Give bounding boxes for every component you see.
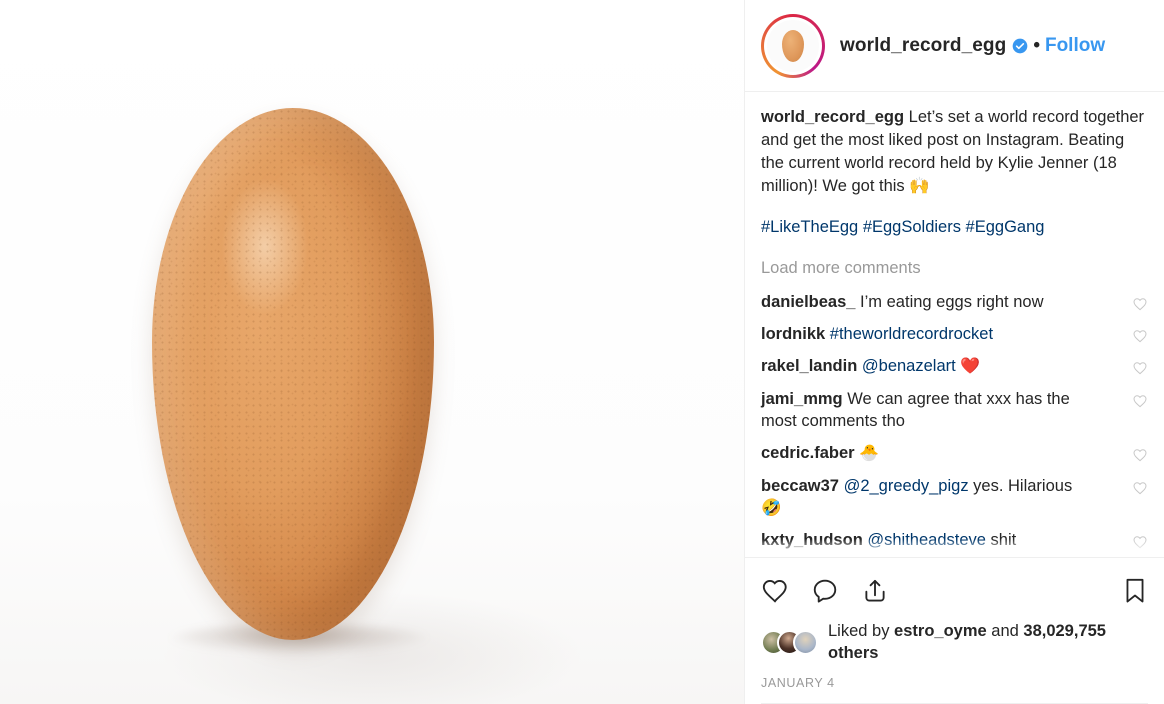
comment-link[interactable]: #theworldrecordrocket — [830, 325, 993, 343]
caption-author[interactable]: world_record_egg — [761, 108, 904, 126]
comment-row: beccaw37 @2_greedy_pigz yes. Hilarious 🤣 — [761, 470, 1148, 524]
comment-link[interactable]: @benazelart — [862, 357, 956, 375]
post-header: world_record_egg • Follow — [745, 0, 1164, 92]
comment-username[interactable]: jami_mmg — [761, 390, 843, 408]
egg-photo[interactable] — [0, 0, 744, 704]
comment-like-heart-icon[interactable] — [1132, 360, 1148, 376]
liker-avatar — [793, 629, 818, 655]
comment-username[interactable]: kxty_hudson — [761, 531, 863, 549]
like-count[interactable]: 38,029,755 — [1023, 622, 1106, 640]
liked-by-row: Liked by estro_oyme and 38,029,755 other… — [761, 620, 1148, 664]
share-icon[interactable] — [861, 577, 889, 605]
comment-content: jami_mmg We can agree that xxx has the m… — [761, 388, 1091, 432]
comment-row: jami_mmg We can agree that xxx has the m… — [761, 383, 1148, 437]
header-username-row: world_record_egg • Follow — [840, 35, 1105, 57]
instagram-post: world_record_egg • Follow world_record_e… — [0, 0, 1164, 704]
avatar[interactable] — [761, 13, 825, 78]
comment-like-heart-icon[interactable] — [1132, 393, 1148, 409]
post-media-panel[interactable] — [0, 0, 744, 704]
post-actions-footer: Liked by estro_oyme and 38,029,755 other… — [745, 557, 1164, 704]
follow-button[interactable]: Follow — [1045, 35, 1105, 57]
profile-avatar-egg-icon — [767, 19, 819, 72]
post-timestamp: JANUARY 4 — [761, 676, 1148, 704]
comment-like-heart-icon[interactable] — [1132, 296, 1148, 312]
egg-speckle-texture — [152, 108, 434, 640]
liked-by-text: Liked by estro_oyme and 38,029,755 other… — [828, 620, 1118, 664]
comment-link[interactable]: @shitheadsteve — [867, 531, 986, 549]
comment-content: kxty_hudson @shitheadsteve shit — [761, 529, 1016, 551]
comment-username[interactable]: cedric.faber — [761, 444, 855, 462]
comment-like-heart-icon[interactable] — [1132, 480, 1148, 496]
comment-link[interactable]: @2_greedy_pigz — [844, 477, 969, 495]
comment-tail: shit — [985, 531, 1017, 549]
comment-content: cedric.faber 🐣 — [761, 442, 879, 465]
verified-badge-icon — [1012, 38, 1028, 53]
action-buttons-row — [761, 572, 1148, 610]
comment-row: cedric.faber 🐣 — [761, 437, 1148, 470]
header-separator: • — [1033, 34, 1040, 56]
avatar-inner-ring — [764, 16, 822, 75]
bookmark-icon[interactable] — [1122, 577, 1148, 605]
comment-like-heart-icon[interactable] — [1132, 534, 1148, 550]
comment-username[interactable]: lordnikk — [761, 325, 825, 343]
liked-by-suffix: and — [986, 622, 1024, 640]
comment-row: danielbeas_ I’m eating eggs right now — [761, 286, 1148, 318]
comments-list: danielbeas_ I’m eating eggs right now lo… — [761, 286, 1148, 556]
comment-username[interactable]: rakel_landin — [761, 357, 857, 375]
heart-icon[interactable] — [761, 577, 789, 605]
comment-like-heart-icon[interactable] — [1132, 328, 1148, 344]
comment-row: kxty_hudson @shitheadsteve shit — [761, 524, 1148, 556]
load-more-comments-button[interactable]: Load more comments — [761, 259, 1148, 278]
comment-bubble-icon[interactable] — [811, 577, 839, 605]
liked-by-username[interactable]: estro_oyme — [894, 622, 987, 640]
post-sidebar: world_record_egg • Follow world_record_e… — [744, 0, 1164, 704]
comment-tail: ❤️ — [955, 358, 981, 375]
comment-username[interactable]: beccaw37 — [761, 477, 839, 495]
post-caption: world_record_egg Let’s set a world recor… — [761, 106, 1148, 198]
comment-content: danielbeas_ I’m eating eggs right now — [761, 291, 1044, 313]
comment-content: lordnikk #theworldrecordrocket — [761, 323, 993, 345]
liked-by-prefix: Liked by — [828, 622, 895, 640]
egg-shape — [152, 108, 434, 640]
liked-by-others-label[interactable]: others — [828, 644, 878, 662]
comment-row: rakel_landin @benazelart ❤️ — [761, 350, 1148, 383]
comment-content: beccaw37 @2_greedy_pigz yes. Hilarious 🤣 — [761, 475, 1091, 519]
header-username[interactable]: world_record_egg — [840, 35, 1006, 57]
comment-text: I’m eating eggs right now — [855, 293, 1044, 311]
comments-scroll-area[interactable]: world_record_egg Let’s set a world recor… — [745, 92, 1164, 557]
comment-content: rakel_landin @benazelart ❤️ — [761, 355, 980, 378]
comment-username[interactable]: danielbeas_ — [761, 293, 855, 311]
comment-like-heart-icon[interactable] — [1132, 447, 1148, 463]
liker-avatars[interactable] — [761, 629, 818, 655]
caption-hashtags[interactable]: #LikeTheEgg #EggSoldiers #EggGang — [761, 216, 1148, 239]
comment-text: 🐣 — [854, 445, 879, 462]
comment-row: lordnikk #theworldrecordrocket — [761, 318, 1148, 350]
